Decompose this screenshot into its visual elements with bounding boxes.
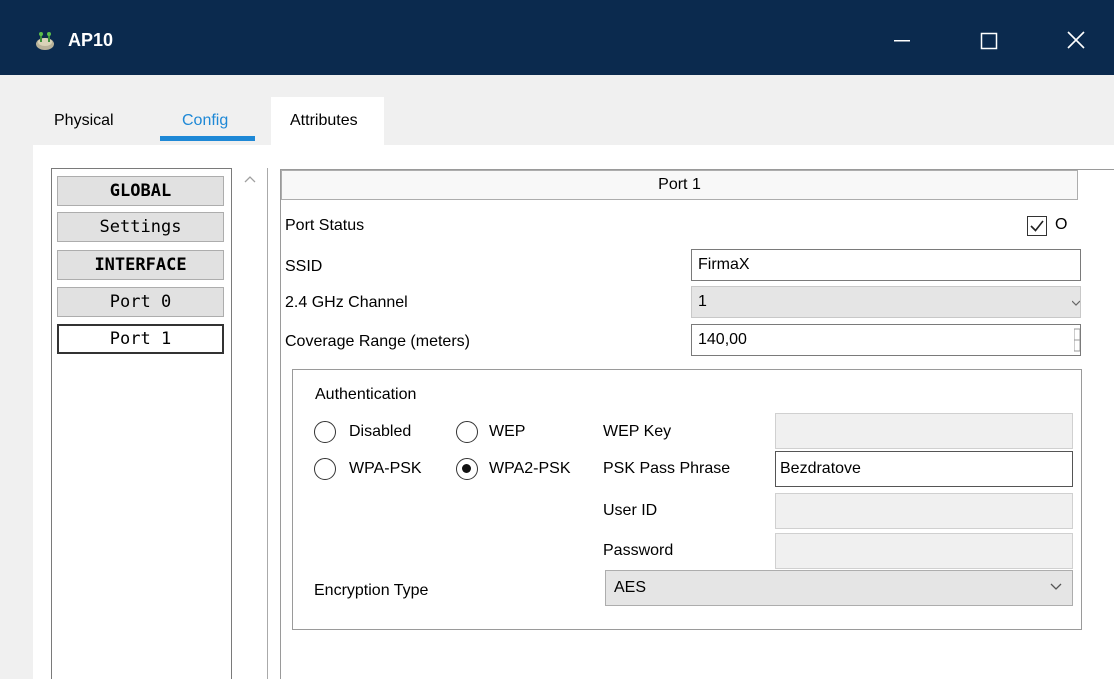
checkmark-icon — [1030, 220, 1044, 232]
wep-key-input[interactable] — [775, 413, 1073, 449]
maximize-button[interactable] — [969, 24, 1009, 58]
close-icon — [1067, 31, 1085, 49]
radio-wpa2-psk[interactable] — [456, 458, 478, 480]
user-id-label: User ID — [603, 502, 658, 519]
maximize-icon — [980, 32, 998, 50]
wep-key-label: WEP Key — [603, 423, 672, 440]
nav-item-settings[interactable]: Settings — [57, 212, 224, 242]
user-id-input[interactable] — [775, 493, 1073, 529]
tab-physical[interactable]: Physical — [54, 112, 114, 130]
title-bar: AP10 — [0, 0, 1114, 75]
left-nav-list: GLOBAL Settings INTERFACE Port 0 Port 1 — [51, 168, 232, 679]
ssid-label: SSID — [285, 258, 323, 275]
ssid-input[interactable]: FirmaX — [691, 249, 1081, 281]
nav-header-global[interactable]: GLOBAL — [57, 176, 224, 206]
left-nav-scrollbar[interactable] — [232, 168, 268, 679]
password-input[interactable] — [775, 533, 1073, 569]
chevron-down-icon — [1072, 300, 1080, 306]
chevron-down-icon — [1050, 583, 1062, 590]
radio-wpa2-psk-label[interactable]: WPA2-PSK — [489, 460, 571, 478]
radio-disabled-label[interactable]: Disabled — [349, 423, 411, 441]
channel-label: 2.4 GHz Channel — [285, 294, 408, 311]
authentication-box: Authentication Disabled WEP WPA-PSK WPA2… — [292, 369, 1082, 630]
port-status-checkbox[interactable] — [1027, 216, 1047, 236]
nav-item-port-0[interactable]: Port 0 — [57, 287, 224, 317]
channel-select[interactable]: 1 — [691, 286, 1081, 318]
authentication-title: Authentication — [315, 386, 417, 403]
encryption-type-select[interactable]: AES — [605, 570, 1073, 606]
coverage-label: Coverage Range (meters) — [285, 333, 470, 350]
tab-config[interactable]: Config — [182, 112, 228, 130]
password-label: Password — [603, 542, 674, 559]
nav-item-port-1[interactable]: Port 1 — [57, 324, 224, 354]
psk-label: PSK Pass Phrase — [603, 460, 731, 477]
radio-wep-label[interactable]: WEP — [489, 423, 525, 441]
left-nav-panel: GLOBAL Settings INTERFACE Port 0 Port 1 — [51, 168, 268, 679]
radio-wpa-psk-label[interactable]: WPA-PSK — [349, 460, 422, 478]
close-button[interactable] — [1056, 24, 1096, 58]
spinner-icon — [1074, 328, 1080, 352]
psk-input[interactable]: Bezdratove — [775, 451, 1073, 487]
encryption-type-label: Encryption Type — [314, 582, 429, 599]
radio-wpa-psk[interactable] — [314, 458, 336, 480]
port-config-panel: Port 1 Port Status O SSID FirmaX 2.4 GHz… — [280, 169, 1114, 679]
scroll-up-icon — [244, 176, 256, 183]
port-status-check-label: O — [1055, 216, 1068, 233]
nav-header-interface[interactable]: INTERFACE — [57, 250, 224, 280]
radio-wep[interactable] — [456, 421, 478, 443]
access-point-icon — [34, 31, 56, 51]
coverage-input[interactable]: 140,00 — [691, 324, 1081, 356]
minimize-button[interactable] — [882, 24, 922, 58]
radio-disabled[interactable] — [314, 421, 336, 443]
port-status-label: Port Status — [285, 217, 365, 234]
active-tab-indicator — [160, 136, 255, 141]
tab-attributes[interactable]: Attributes — [290, 112, 358, 130]
window-title: AP10 — [68, 30, 114, 50]
minimize-icon — [894, 40, 910, 42]
port-title: Port 1 — [281, 170, 1078, 200]
